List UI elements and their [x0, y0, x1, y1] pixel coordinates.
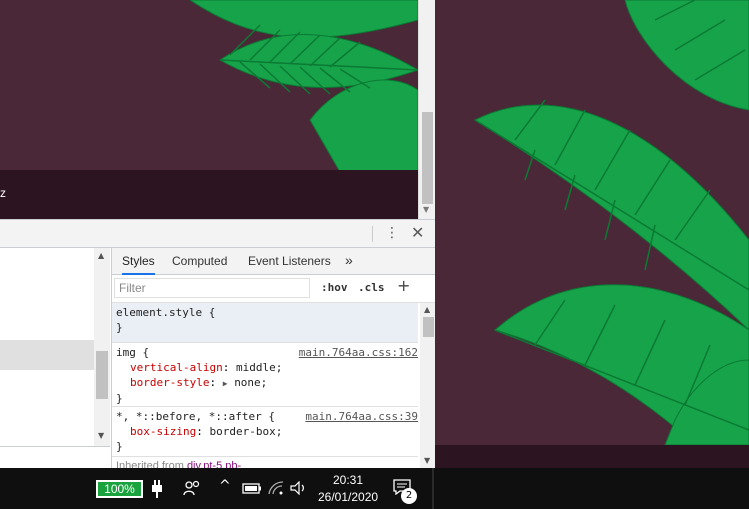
- tab-computed[interactable]: Computed: [172, 254, 227, 268]
- elements-scrollbar-thumb[interactable]: [96, 351, 108, 399]
- scroll-up-arrow-icon[interactable]: ▲: [98, 251, 104, 260]
- power-plug-icon[interactable]: [151, 480, 163, 498]
- devtools-panel: ⋮ ✕ ▲ ▼ Styles Computed Event Listeners …: [0, 219, 435, 469]
- styles-scrollbar[interactable]: ▲ ▼: [420, 303, 435, 469]
- rule-close-brace: }: [116, 392, 123, 405]
- tab-event-listeners[interactable]: Event Listeners: [248, 254, 331, 268]
- rule-source-link[interactable]: main.764aa.css:162: [299, 345, 418, 360]
- style-rule[interactable]: element.style { }: [112, 303, 418, 343]
- class-toggle[interactable]: .cls: [358, 281, 385, 294]
- scroll-down-arrow-icon[interactable]: ▼: [98, 431, 104, 440]
- property-name[interactable]: vertical-align: [130, 361, 223, 374]
- rule-source-link[interactable]: main.764aa.css:39: [305, 409, 418, 424]
- hover-state-toggle[interactable]: :hov: [321, 281, 348, 294]
- scroll-down-arrow-icon[interactable]: ▼: [423, 205, 429, 214]
- clock-time[interactable]: 20:31: [333, 473, 363, 487]
- styles-filter-bar: Filter :hov .cls +: [112, 275, 435, 303]
- wifi-icon[interactable]: [267, 480, 285, 496]
- close-icon[interactable]: ✕: [411, 223, 424, 242]
- rule-selector: element.style {: [116, 306, 216, 319]
- devtools-toolbar: ⋮ ✕: [0, 220, 435, 248]
- chevron-up-icon[interactable]: ^: [219, 478, 231, 494]
- styles-sidebar: Styles Computed Event Listeners » Filter…: [111, 248, 435, 469]
- tabs-overflow-icon[interactable]: »: [345, 252, 353, 268]
- palm-leaves-illustration: [473, 0, 749, 445]
- page-scrollbar-thumb[interactable]: [422, 112, 433, 204]
- filter-input[interactable]: Filter: [114, 278, 310, 298]
- show-desktop-divider[interactable]: [432, 468, 434, 509]
- style-rule[interactable]: *, *::before, *::after { main.764aa.css:…: [112, 407, 418, 457]
- new-rule-plus-icon[interactable]: +: [397, 276, 410, 295]
- rule-close-brace: }: [116, 440, 123, 453]
- tab-styles[interactable]: Styles: [122, 254, 155, 275]
- people-icon[interactable]: [183, 480, 201, 496]
- selected-node-row[interactable]: [0, 340, 94, 370]
- elements-tree-pane[interactable]: ▲ ▼: [0, 248, 110, 469]
- toolbar-divider: [372, 226, 373, 242]
- styles-scrollbar-thumb[interactable]: [423, 317, 434, 337]
- clock-date[interactable]: 26/01/2020: [318, 490, 378, 504]
- windows-taskbar: 100% ^ 20:31 26/01/2020 2: [0, 468, 749, 509]
- elements-scrollbar[interactable]: ▲ ▼: [94, 248, 110, 446]
- kebab-menu-icon[interactable]: ⋮: [385, 225, 399, 241]
- declaration[interactable]: border-style: ▶ none;: [116, 375, 414, 391]
- page-footer-band-right: [435, 445, 749, 468]
- page-partial-text: z: [0, 186, 6, 200]
- battery-percent-indicator[interactable]: 100%: [96, 480, 143, 498]
- page-scrollbar[interactable]: ▼: [418, 0, 435, 219]
- property-name[interactable]: box-sizing: [130, 425, 196, 438]
- expand-triangle-icon[interactable]: ▶: [223, 379, 228, 388]
- pane-divider: [0, 446, 110, 447]
- palm-leaf-illustration: [190, 0, 418, 172]
- scroll-down-arrow-icon[interactable]: ▼: [424, 456, 430, 465]
- scroll-up-arrow-icon[interactable]: ▲: [424, 305, 430, 314]
- webpage-viewport: z: [0, 0, 418, 219]
- rule-close-brace: }: [116, 321, 123, 334]
- declaration[interactable]: box-sizing: border-box;: [116, 424, 414, 439]
- property-value[interactable]: none;: [234, 376, 267, 389]
- palm-art-panel: [435, 0, 749, 445]
- volume-icon[interactable]: [290, 481, 308, 495]
- property-value[interactable]: border-box;: [209, 425, 282, 438]
- property-value[interactable]: middle;: [236, 361, 282, 374]
- page-footer-band: [0, 170, 418, 219]
- declaration[interactable]: vertical-align: middle;: [116, 360, 414, 375]
- notification-count-badge: 2: [401, 488, 417, 504]
- property-name[interactable]: border-style: [130, 376, 209, 389]
- style-rules-list: element.style { } img { main.764aa.css:1…: [112, 303, 418, 469]
- style-rule[interactable]: img { main.764aa.css:162 vertical-align:…: [112, 343, 418, 407]
- battery-icon[interactable]: [242, 482, 262, 494]
- sidebar-tabs: Styles Computed Event Listeners »: [112, 248, 435, 275]
